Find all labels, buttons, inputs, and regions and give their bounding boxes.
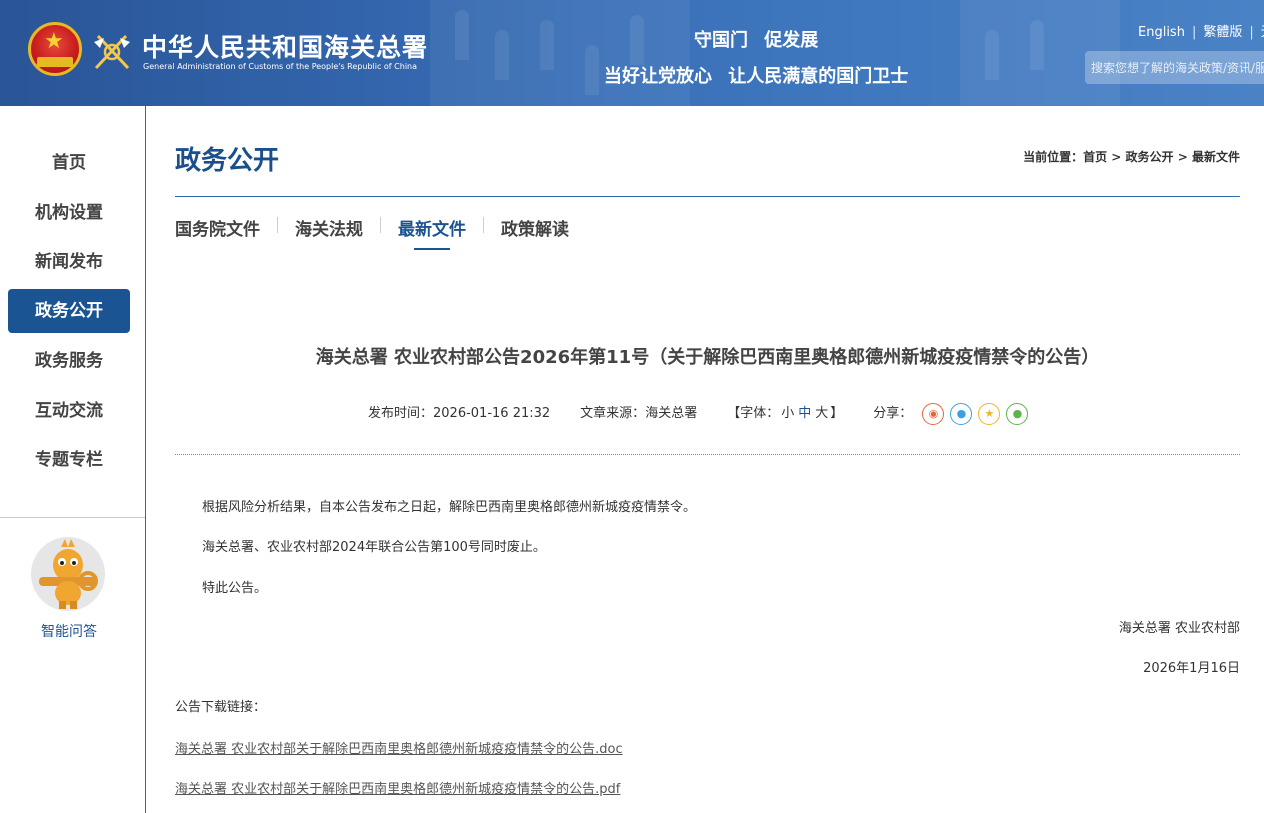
breadcrumb-sep: > xyxy=(1173,150,1192,164)
site-header: ★ 中华人民共和国海关总署 General Administration of … xyxy=(0,0,1264,106)
download-pdf-link[interactable]: 海关总署 农业农村部关于解除巴西南里奥格郎德州新城疫疫情禁令的公告.pdf xyxy=(175,778,620,797)
sub-tabs: 国务院文件 海关法规 最新文件 政策解读 xyxy=(175,215,569,255)
article-paragraph: 海关总署、农业农村部2024年联合公告第100号同时废止。 xyxy=(202,540,546,555)
qq-icon[interactable]: ● xyxy=(950,402,973,425)
brand-name-cn[interactable]: 中华人民共和国海关总署 xyxy=(142,28,428,64)
header-bg-window xyxy=(540,20,554,70)
source-label: 文章来源： xyxy=(580,406,646,421)
mascot-icon[interactable] xyxy=(31,537,105,611)
tab-separator xyxy=(277,217,278,233)
article-date: 2026年1月16日 xyxy=(1143,661,1240,676)
article-paragraph: 特此公告。 xyxy=(202,581,268,596)
sidebar-divider xyxy=(0,517,145,518)
assistant-link[interactable]: 智能问答 xyxy=(0,621,138,641)
font-size-large-button[interactable]: 大 xyxy=(815,406,828,421)
sidebar-item-services[interactable]: 政务服务 xyxy=(8,339,130,383)
breadcrumb-prefix: 当前位置： xyxy=(1023,150,1084,164)
sidebar-item-government-affairs[interactable]: 政务公开 xyxy=(8,289,130,333)
title-divider xyxy=(175,196,1240,197)
tab-separator xyxy=(483,217,484,233)
wechat-icon[interactable]: ● xyxy=(1006,402,1029,425)
breadcrumb-government-affairs[interactable]: 政务公开 xyxy=(1126,150,1174,164)
font-size-small-button[interactable]: 小 xyxy=(781,406,794,421)
article-meta: 发布时间：2026-01-16 21:32 文章来源：海关总署 【字体：小中大】 分享… xyxy=(368,402,1029,425)
breadcrumb-home[interactable]: 首页 xyxy=(1083,150,1107,164)
slogan-line-1: 守国门 促发展 xyxy=(694,30,819,51)
breadcrumb-latest-docs[interactable]: 最新文件 xyxy=(1192,150,1240,164)
lang-traditional-link[interactable]: 繁體版 xyxy=(1203,25,1242,40)
font-label-open: 【字体： xyxy=(727,406,780,421)
share-label: 分享： xyxy=(873,406,913,421)
lang-separator: | xyxy=(1191,25,1197,40)
font-label-close: 】 xyxy=(830,406,844,421)
sidebar-item-home[interactable]: 首页 xyxy=(8,141,130,185)
tab-policy-interpretation[interactable]: 政策解读 xyxy=(501,215,569,250)
tab-state-council-docs[interactable]: 国务院文件 xyxy=(175,215,260,250)
page-title: 政务公开 xyxy=(175,146,280,176)
sidebar-border xyxy=(145,106,146,813)
header-bg-window xyxy=(630,15,644,65)
tab-separator xyxy=(380,217,381,233)
meta-divider xyxy=(175,454,1240,455)
breadcrumb: 当前位置：首页 > 政务公开 > 最新文件 xyxy=(1023,148,1240,165)
search-input[interactable] xyxy=(1085,51,1264,84)
download-doc-link[interactable]: 海关总署 农业农村部关于解除巴西南里奥格郎德州新城疫疫情禁令的公告.doc xyxy=(175,738,623,757)
header-bg-window xyxy=(495,30,509,80)
left-sidebar: 首页 机构设置 新闻发布 政务公开 政务服务 互动交流 专题专栏 xyxy=(0,106,145,813)
weibo-icon[interactable]: ◉ xyxy=(922,402,945,425)
qzone-icon[interactable]: ★ xyxy=(978,402,1001,425)
publish-time-label: 发布时间： xyxy=(368,406,434,421)
header-bg-window xyxy=(1030,20,1044,70)
national-emblem-icon[interactable]: ★ xyxy=(28,22,82,76)
header-bg-window xyxy=(585,45,599,95)
slogan-line-2: 当好让党放心 让人民满意的国门卫士 xyxy=(604,66,909,87)
brand-name-en: General Administration of Customs of the… xyxy=(143,62,418,71)
header-bg-building xyxy=(430,0,690,106)
sidebar-item-topics[interactable]: 专题专栏 xyxy=(8,438,130,482)
header-bg-window xyxy=(455,10,469,60)
language-links: English|繁體版|无 xyxy=(1138,21,1264,40)
font-size-medium-button[interactable]: 中 xyxy=(798,406,811,421)
font-size-control: 【字体：小中大】 xyxy=(727,406,843,421)
sidebar-item-interaction[interactable]: 互动交流 xyxy=(8,389,130,433)
article-signature: 海关总署 农业农村部 xyxy=(1118,621,1240,636)
download-label: 公告下载链接： xyxy=(175,700,267,715)
breadcrumb-sep: > xyxy=(1107,150,1126,164)
article-paragraph: 根据风险分析结果，自本公告发布之日起，解除巴西南里奥格郎德州新城疫疫情禁令。 xyxy=(202,500,697,515)
source-value: 海关总署 xyxy=(645,406,698,421)
tab-latest-docs[interactable]: 最新文件 xyxy=(398,215,466,250)
lang-english-link[interactable]: English xyxy=(1138,25,1185,40)
lang-separator: | xyxy=(1249,25,1254,40)
article-title: 海关总署 农业农村部公告2026年第11号（关于解除巴西南里奥格郎德州新城疫疫情… xyxy=(315,347,1100,368)
publish-time: 发布时间：2026-01-16 21:32 xyxy=(368,406,550,421)
header-bg-window xyxy=(985,30,999,80)
tab-customs-regulations[interactable]: 海关法规 xyxy=(295,215,363,250)
sidebar-item-news[interactable]: 新闻发布 xyxy=(8,240,130,284)
sidebar-item-organization[interactable]: 机构设置 xyxy=(8,191,130,235)
article-source: 文章来源：海关总署 xyxy=(580,406,697,421)
customs-logo-icon xyxy=(94,34,130,70)
publish-time-value: 2026-01-16 21:32 xyxy=(433,406,551,421)
